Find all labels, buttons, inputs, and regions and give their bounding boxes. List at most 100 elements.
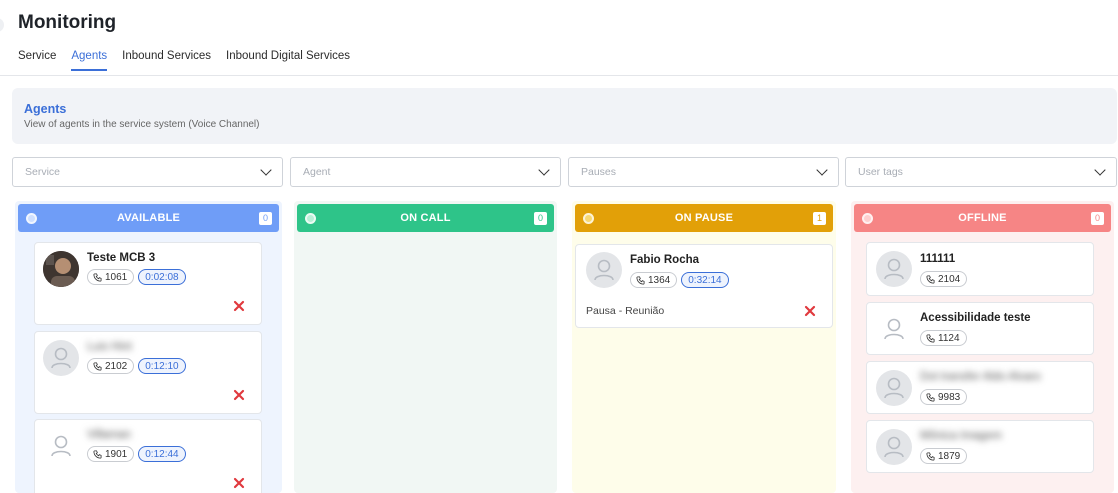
phone-icon <box>93 272 102 282</box>
column-offline: OFFLINE 0 111111 2104 Acessibilidade tes… <box>851 201 1114 493</box>
status-dot-icon <box>862 213 873 224</box>
agent-filter[interactable]: Agent <box>290 157 561 187</box>
column-on-call: ON CALL 0 <box>294 201 557 493</box>
agent-card[interactable]: Villaman 1901 0:12:44 <box>34 419 262 493</box>
user-tags-filter[interactable]: User tags <box>845 157 1117 187</box>
timer-pill: 0:12:44 <box>138 446 186 462</box>
status-dot-icon <box>26 213 37 224</box>
column-count-badge: 0 <box>259 212 272 225</box>
tabs-divider <box>0 75 1118 76</box>
page-title: Monitoring <box>18 12 117 33</box>
column-count-badge: 1 <box>813 212 826 225</box>
phone-icon <box>926 392 935 402</box>
column-header-on-call: ON CALL 0 <box>297 204 554 232</box>
column-header-available: AVAILABLE 0 <box>18 204 279 232</box>
extension-number: 2104 <box>938 273 961 285</box>
extension-pill: 1879 <box>920 448 968 464</box>
remove-agent-icon[interactable] <box>233 300 245 312</box>
agent-name: Fabio Rocha <box>630 254 700 266</box>
agent-filter-placeholder: Agent <box>303 166 331 178</box>
agent-card[interactable]: Acessibilidade teste 1124 <box>866 302 1094 355</box>
column-header-offline: OFFLINE 0 <box>854 204 1111 232</box>
timer-pill: 0:12:10 <box>138 358 186 374</box>
tab-service[interactable]: Service <box>18 50 56 71</box>
phone-icon <box>926 333 935 343</box>
extension-pill: 2104 <box>920 271 968 287</box>
user-avatar-icon <box>43 428 79 464</box>
extension-pill: 1364 <box>630 272 678 288</box>
column-header-on-pause: ON PAUSE 1 <box>575 204 833 232</box>
user-avatar-icon <box>876 429 912 465</box>
user-avatar-icon <box>586 252 622 288</box>
agent-name: Teste MCB 3 <box>87 252 156 264</box>
pauses-filter-placeholder: Pauses <box>581 166 617 178</box>
agent-name: Luis Hint <box>87 341 132 353</box>
column-title: AVAILABLE <box>116 212 181 224</box>
agent-card[interactable]: Mônica Imagem 1879 <box>866 420 1094 473</box>
pause-reason: Pausa - Reunião <box>586 305 665 317</box>
service-filter-placeholder: Service <box>25 166 61 178</box>
extension-pill: 1061 <box>87 269 135 285</box>
section-banner: Agents View of agents in the service sys… <box>12 88 1117 144</box>
extension-number: 2102 <box>105 360 128 372</box>
user-avatar-icon <box>876 251 912 287</box>
status-dot-icon <box>583 213 594 224</box>
timer-pill: 0:02:08 <box>138 269 186 285</box>
user-avatar-icon <box>876 370 912 406</box>
agent-card[interactable]: Dot transfer Aldo Alvaro 9983 <box>866 361 1094 414</box>
extension-number: 1901 <box>105 448 128 460</box>
remove-agent-icon[interactable] <box>804 305 816 317</box>
sidebar-edge <box>0 18 4 32</box>
phone-icon <box>926 451 935 461</box>
chevron-down-icon <box>816 164 828 176</box>
column-on-pause: ON PAUSE 1 Fabio Rocha 1364 0:32:14 Paus… <box>572 201 836 493</box>
extension-pill: 1901 <box>87 446 135 462</box>
tab-inbound-services[interactable]: Inbound Services <box>122 50 211 71</box>
agent-name: Dot transfer Aldo Alvaro <box>920 371 1041 383</box>
extension-pill: 2102 <box>87 358 135 374</box>
column-count-badge: 0 <box>1091 212 1104 225</box>
agent-name: Acessibilidade teste <box>920 312 1031 324</box>
banner-subtitle: View of agents in the service system (Vo… <box>24 119 260 130</box>
extension-number: 1061 <box>105 271 128 283</box>
phone-icon <box>926 274 935 284</box>
banner-title: Agents <box>24 102 67 116</box>
agent-name: 111111 <box>920 253 956 265</box>
agent-card[interactable]: Teste MCB 3 1061 0:02:08 <box>34 242 262 325</box>
extension-number: 1124 <box>938 332 960 344</box>
chevron-down-icon <box>260 164 272 176</box>
column-title: ON CALL <box>400 212 451 224</box>
chevron-down-icon <box>538 164 550 176</box>
agent-card[interactable]: Fabio Rocha 1364 0:32:14 Pausa - Reunião <box>575 244 833 328</box>
remove-agent-icon[interactable] <box>233 389 245 401</box>
agent-card[interactable]: 111111 2104 <box>866 242 1094 296</box>
tab-inbound-digital-services[interactable]: Inbound Digital Services <box>226 50 350 71</box>
agent-card[interactable]: Luis Hint 2102 0:12:10 <box>34 331 262 414</box>
extension-number: 9983 <box>938 391 961 403</box>
user-tags-filter-placeholder: User tags <box>858 166 903 178</box>
service-filter[interactable]: Service <box>12 157 283 187</box>
user-avatar-icon <box>43 340 79 376</box>
agent-name: Villaman <box>87 429 131 441</box>
timer-pill: 0:32:14 <box>681 272 729 288</box>
agent-name: Mônica Imagem <box>920 430 1002 442</box>
avatar-photo <box>43 251 79 287</box>
column-count-badge: 0 <box>534 212 547 225</box>
phone-icon <box>636 275 645 285</box>
column-available: AVAILABLE 0 Teste MCB 3 1061 0:02:08 Lui… <box>15 201 282 493</box>
phone-icon <box>93 361 102 371</box>
extension-number: 1364 <box>648 274 671 286</box>
chevron-down-icon <box>1094 164 1106 176</box>
remove-agent-icon[interactable] <box>233 477 245 489</box>
extension-pill: 9983 <box>920 389 968 405</box>
extension-number: 1879 <box>938 450 961 462</box>
tab-agents[interactable]: Agents <box>71 50 108 71</box>
extension-pill: 1124 <box>920 330 967 346</box>
phone-icon <box>93 449 102 459</box>
tab-bar: Service Agents Inbound Services Inbound … <box>18 50 350 71</box>
column-title: OFFLINE <box>958 212 1007 224</box>
pauses-filter[interactable]: Pauses <box>568 157 839 187</box>
status-dot-icon <box>305 213 316 224</box>
column-title: ON PAUSE <box>674 212 734 224</box>
user-avatar-icon <box>876 311 912 347</box>
